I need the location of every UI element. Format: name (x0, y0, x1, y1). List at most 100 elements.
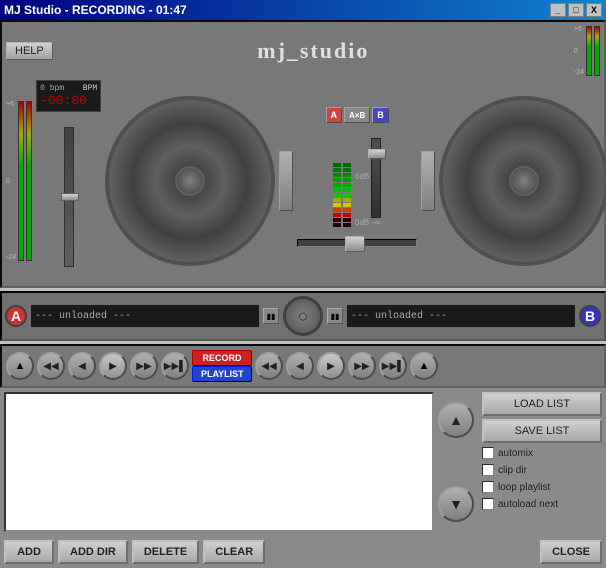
deck-b-eject-btn[interactable]: ▲ (410, 352, 438, 380)
db-scale: 6dB 0dB (355, 172, 369, 227)
right-vu-top: +6 0 -24 (574, 26, 600, 76)
action-btns-right: CLOSE (540, 540, 602, 564)
clip-dir-checkbox[interactable] (482, 464, 494, 476)
right-options: LOAD LIST SAVE LIST automix clip dir loo… (482, 392, 602, 532)
vu-bar-l2 (26, 101, 32, 261)
playlist-btn[interactable]: PLAYLIST (192, 366, 252, 382)
add-btn[interactable]: ADD (4, 540, 54, 564)
scroll-down-btn[interactable]: ▼ (438, 486, 474, 522)
title-bar-buttons: _ □ X (550, 3, 602, 17)
deck-a-display: 0 bpm BPM -00:00 (36, 80, 101, 282)
mixer-buttons: A A×B B (326, 107, 389, 123)
scroll-arrows: ▲ ▼ (438, 392, 478, 532)
deck-b-fwd-btn[interactable]: ▶▶ (348, 352, 376, 380)
deck-a-slider-right[interactable] (279, 151, 293, 211)
bottom-section: ▲ ▼ LOAD LIST SAVE LIST automix clip dir… (0, 388, 606, 536)
playlist-area[interactable] (4, 392, 434, 532)
eq-fader: -∞ (371, 138, 381, 227)
deck-b-play-btn[interactable]: ▶ (317, 352, 345, 380)
turntable-b-center (509, 166, 539, 196)
deck-a-controls (279, 151, 293, 211)
deck-b-pause-btn[interactable]: ▮▮ (327, 308, 343, 324)
transport-bar: ▲ ◀◀ ◀ ▶ ▶▶ ▶▶▌ RECORD PLAYLIST ◀◀ ◀ ▶ ▶… (0, 344, 606, 388)
close-btn[interactable]: CLOSE (540, 540, 602, 564)
scroll-up-btn[interactable]: ▲ (438, 402, 474, 438)
turntable-a[interactable] (105, 96, 275, 266)
autoload-next-label: autoload next (498, 499, 558, 510)
deck-b-slider-left[interactable] (421, 151, 435, 211)
mix-btn-ab[interactable]: A×B (344, 107, 370, 123)
clip-dir-label: clip dir (498, 465, 527, 476)
track-bar: A --- unloaded --- ▮▮ ○ ▮▮ --- unloaded … (0, 291, 606, 341)
logo: mj_studio (53, 38, 574, 64)
deck-b-rew-btn[interactable]: ◀ (286, 352, 314, 380)
minimize-button[interactable]: _ (550, 3, 566, 17)
maximize-button[interactable]: □ (568, 3, 584, 17)
crossfader-track[interactable] (297, 239, 417, 247)
record-btn[interactable]: RECORD (192, 350, 252, 366)
vu-bar-l1 (18, 101, 24, 261)
loop-playlist-checkbox[interactable] (482, 481, 494, 493)
automix-row: automix (482, 446, 602, 460)
turntable-b[interactable] (439, 96, 606, 266)
delete-btn[interactable]: DELETE (132, 540, 199, 564)
action-btns-left: ADD ADD DIR DELETE CLEAR (4, 540, 265, 564)
track-b-info: --- unloaded --- (347, 305, 575, 327)
deck-a-eject-btn[interactable]: ▲ (6, 352, 34, 380)
loop-playlist-label: loop playlist (498, 482, 550, 493)
mix-btn-b[interactable]: B (372, 107, 389, 123)
eq-right (343, 163, 351, 227)
dj-section: HELP mj_studio +6 0 -24 +6 0 -24 (0, 20, 606, 288)
deck-a-rew-btn[interactable]: ◀ (68, 352, 96, 380)
deck-a-time: -00:00 (40, 93, 97, 108)
deck-b-prev-btn[interactable]: ◀◀ (255, 352, 283, 380)
deck-b-label: B (579, 305, 601, 327)
title-text: MJ Studio - RECORDING - 01:47 (4, 3, 187, 17)
save-list-btn[interactable]: SAVE LIST (482, 419, 602, 443)
db-bottom-label: -∞ (372, 218, 380, 227)
deck-a: 0 bpm BPM -00:00 (36, 80, 293, 282)
vu-bars-right (586, 26, 600, 76)
crossfader-handle[interactable] (345, 236, 365, 252)
deck-a-pause-btn[interactable]: ▮▮ (263, 308, 279, 324)
nav-center-dial[interactable]: ○ (283, 296, 323, 336)
deck-a-label: A (5, 305, 27, 327)
deck-a-bpm-val: 0 bpm (40, 84, 64, 93)
eq-left (333, 163, 341, 227)
deck-b-next-btn[interactable]: ▶▶▌ (379, 352, 407, 380)
mix-btn-a[interactable]: A (326, 107, 343, 123)
automix-checkbox[interactable] (482, 447, 494, 459)
deck-a-bpm-label: BPM (83, 84, 97, 93)
loop-playlist-row: loop playlist (482, 480, 602, 494)
eq-meter: 6dB 0dB -∞ (333, 127, 381, 227)
autoload-next-row: autoload next (482, 497, 602, 511)
record-playlist-btn[interactable]: RECORD PLAYLIST (192, 350, 252, 382)
deck-a-bpm-display: 0 bpm BPM -00:00 (36, 80, 101, 112)
clip-dir-row: clip dir (482, 463, 602, 477)
deck-a-next-btn[interactable]: ▶▶▌ (161, 352, 189, 380)
crossfader (297, 231, 417, 255)
deck-b: BPM 0 bpm -00:00 (421, 80, 606, 282)
deck-a-prev-btn[interactable]: ◀◀ (37, 352, 65, 380)
vu-bars-left (18, 101, 32, 261)
dj-header: HELP mj_studio +6 0 -24 (6, 26, 600, 76)
autoload-next-checkbox[interactable] (482, 498, 494, 510)
vu-bar-r1 (586, 26, 592, 76)
eq-fader-handle[interactable] (368, 149, 386, 159)
turntables: +6 0 -24 0 bpm BPM -00:00 (6, 80, 600, 282)
deck-a-play-btn[interactable]: ▶ (99, 352, 127, 380)
add-dir-btn[interactable]: ADD DIR (58, 540, 128, 564)
deck-a-pitch-slider[interactable] (64, 112, 74, 282)
clear-btn[interactable]: CLEAR (203, 540, 265, 564)
bottom-action-bar: ADD ADD DIR DELETE CLEAR CLOSE (0, 536, 606, 568)
left-vu: +6 0 -24 (6, 101, 32, 261)
eq-fader-track[interactable] (371, 138, 381, 218)
title-bar: MJ Studio - RECORDING - 01:47 _ □ X (0, 0, 606, 20)
help-button[interactable]: HELP (6, 42, 53, 60)
load-list-btn[interactable]: LOAD LIST (482, 392, 602, 416)
vu-bar-r2 (594, 26, 600, 76)
automix-label: automix (498, 448, 533, 459)
vu-labels-right: +6 0 -24 (574, 26, 584, 76)
close-window-button[interactable]: X (586, 3, 602, 17)
deck-a-fwd-btn[interactable]: ▶▶ (130, 352, 158, 380)
